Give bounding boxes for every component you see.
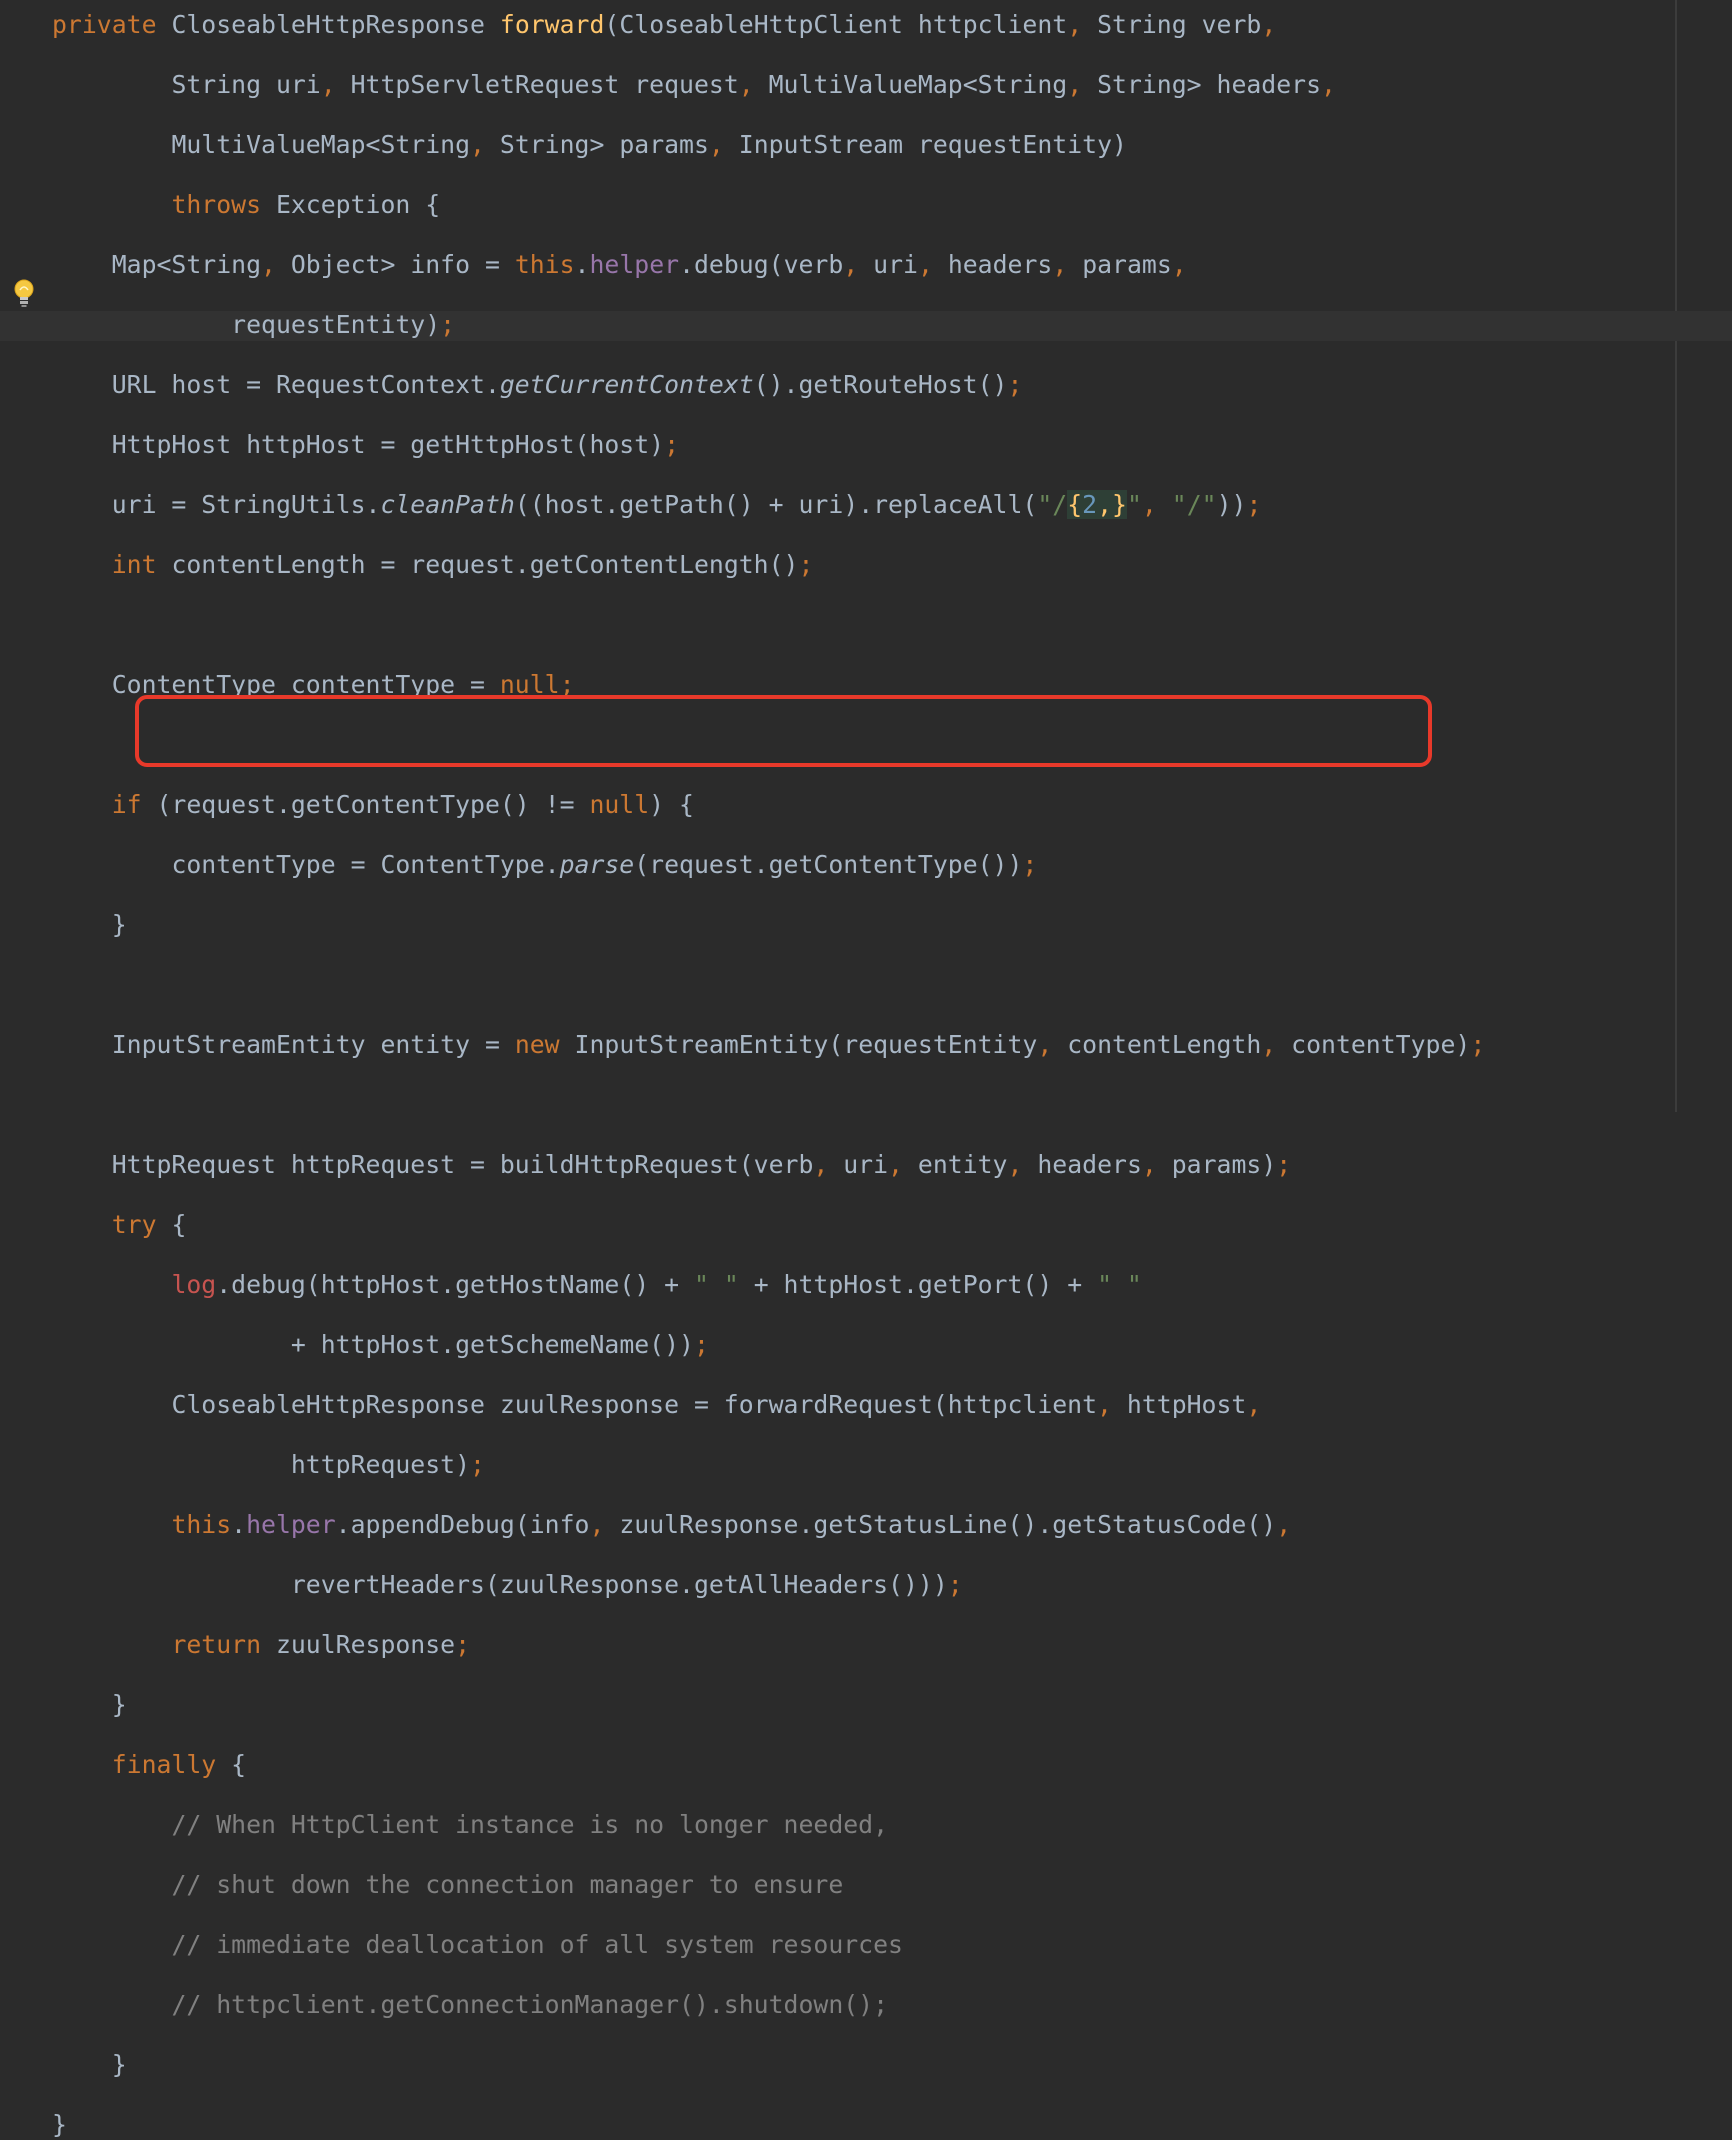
code-line-10: int contentLength = request.getContentLe… (111, 550, 814, 579)
code-line-7: URL host = RequestContext.getCurrentCont… (111, 370, 1023, 399)
code-line-33: // immediate deallocation of all system … (171, 1930, 903, 1959)
code-line-8: HttpHost httpHost = getHttpHost(host); (111, 430, 680, 459)
code-body[interactable]: private CloseableHttpResponse forward(Cl… (52, 10, 1485, 2140)
code-line-18: InputStreamEntity entity = new InputStre… (111, 1030, 1486, 1059)
code-line-21: try { (111, 1210, 187, 1239)
code-line-34: // httpclient.getConnectionManager().shu… (171, 1990, 889, 2019)
code-line-1: private CloseableHttpResponse forward(Cl… (52, 10, 1277, 39)
code-line-6: requestEntity); (231, 310, 456, 339)
code-line-35: } (111, 2050, 127, 2079)
code-line-25: httpRequest); (290, 1450, 485, 1479)
right-margin-guide (1675, 0, 1677, 1112)
code-line-26: this.helper.appendDebug(info, zuulRespon… (171, 1510, 1292, 1539)
code-line-3: MultiValueMap<String, String> params, In… (171, 130, 1127, 159)
code-line-32: // shut down the connection manager to e… (171, 1870, 844, 1899)
code-line-23: + httpHost.getSchemeName()); (290, 1330, 709, 1359)
code-line-29: } (111, 1690, 127, 1719)
code-line-2: String uri, HttpServletRequest request, … (171, 70, 1336, 99)
code-line-5: Map<String, Object> info = this.helper.d… (111, 250, 1187, 279)
code-line-31: // When HttpClient instance is no longer… (171, 1810, 889, 1839)
code-line-4: throws Exception { (171, 190, 441, 219)
code-line-15: contentType = ContentType.parse(request.… (171, 850, 1038, 879)
highlight-annotation-box (135, 695, 1432, 767)
code-line-28: return zuulResponse; (171, 1630, 471, 1659)
code-line-9: uri = StringUtils.cleanPath((host.getPat… (111, 490, 1262, 519)
code-line-14: if (request.getContentType() != null) { (111, 790, 694, 819)
code-line-20: HttpRequest httpRequest = buildHttpReque… (111, 1150, 1292, 1179)
code-line-16: } (111, 910, 127, 939)
code-line-30: finally { (111, 1750, 247, 1779)
code-editor[interactable]: private CloseableHttpResponse forward(Cl… (0, 0, 1732, 2139)
code-line-24: CloseableHttpResponse zuulResponse = for… (171, 1390, 1262, 1419)
code-line-36: } (52, 2110, 67, 2139)
code-line-22: log.debug(httpHost.getHostName() + " " +… (171, 1270, 1142, 1299)
code-line-27: revertHeaders(zuulResponse.getAllHeaders… (290, 1570, 963, 1599)
lightbulb-icon[interactable] (12, 278, 36, 308)
